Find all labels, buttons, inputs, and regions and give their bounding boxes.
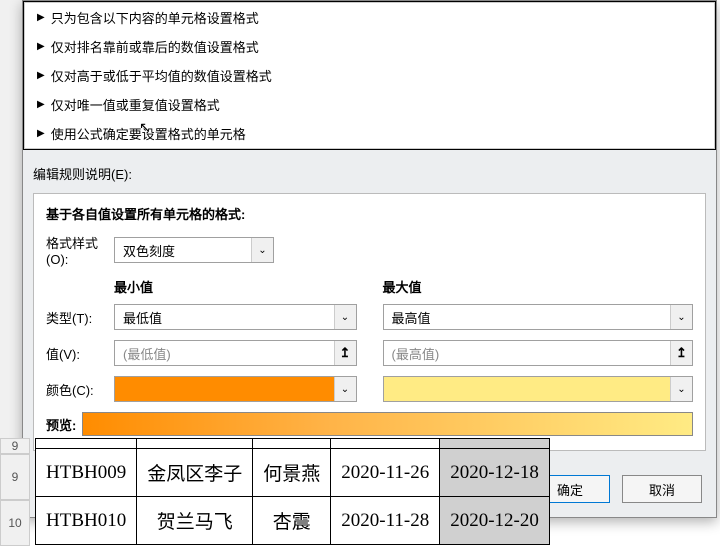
cell[interactable]: 2020-12-18 <box>440 449 550 497</box>
color-swatch-orange <box>115 377 334 401</box>
row-header[interactable]: 9 <box>0 438 30 454</box>
rule-type-item[interactable]: ▶ 仅对高于或低于平均值的数值设置格式 <box>25 61 714 90</box>
min-type-select[interactable]: 最低值 ⌄ <box>114 304 357 330</box>
max-type-value: 最高值 <box>384 308 671 327</box>
chevron-down-icon[interactable]: ⌄ <box>334 305 356 329</box>
rule-type-label: 仅对排名靠前或靠后的数值设置格式 <box>51 37 259 56</box>
cell[interactable] <box>331 439 440 449</box>
rule-type-list: ▶ 只为包含以下内容的单元格设置格式 ▶ 仅对排名靠前或靠后的数值设置格式 ▶ 仅对高… <box>23 1 716 150</box>
arrow-right-icon: ▶ <box>37 99 45 110</box>
row-header[interactable]: 9 <box>0 454 30 500</box>
chevron-down-icon[interactable]: ⌄ <box>670 305 692 329</box>
cell[interactable]: 何景燕 <box>253 449 331 497</box>
edit-rule-description-label: 编辑规则说明(E): <box>33 164 706 183</box>
chevron-down-icon[interactable]: ⌄ <box>251 238 273 262</box>
arrow-right-icon: ▶ <box>37 41 45 52</box>
cell[interactable] <box>137 439 253 449</box>
rule-type-label: 使用公式确定要设置格式的单元格 <box>51 124 246 143</box>
rule-type-item[interactable]: ▶ 仅对排名靠前或靠后的数值设置格式 <box>25 32 714 61</box>
value-label: 值(V): <box>46 344 114 363</box>
cell[interactable] <box>253 439 331 449</box>
range-picker-icon[interactable]: ↥ <box>670 341 692 365</box>
chevron-down-icon[interactable]: ⌄ <box>334 377 356 401</box>
rule-type-item[interactable]: ▶ 使用公式确定要设置格式的单元格 <box>25 119 714 148</box>
max-type-select[interactable]: 最高值 ⌄ <box>383 304 694 330</box>
rule-type-label: 仅对高于或低于平均值的数值设置格式 <box>51 66 272 85</box>
min-header: 最小值 <box>114 277 357 296</box>
row-header[interactable]: 10 <box>0 500 30 546</box>
min-value-placeholder: (最低值) <box>115 344 334 363</box>
cell[interactable]: 贺兰马飞 <box>137 497 253 545</box>
format-style-label: 格式样式(O): <box>46 233 114 267</box>
spreadsheet-table: HTBH009 金凤区李子 何景燕 2020-11-26 2020-12-18 … <box>35 438 550 545</box>
preview-label: 预览: <box>46 415 76 434</box>
arrow-right-icon: ▶ <box>37 128 45 139</box>
cell[interactable]: 金凤区李子 <box>137 449 253 497</box>
range-picker-icon[interactable]: ↥ <box>334 341 356 365</box>
cell[interactable]: 2020-11-28 <box>331 497 440 545</box>
format-settings-panel: 基于各自值设置所有单元格的格式: 格式样式(O): 双色刻度 ⌄ 最小值 类型(… <box>33 193 706 451</box>
gradient-preview <box>82 412 693 436</box>
cell[interactable]: HTBH010 <box>36 497 137 545</box>
cell[interactable] <box>36 439 137 449</box>
color-swatch-yellow <box>384 377 671 401</box>
color-label: 颜色(C): <box>46 380 114 399</box>
rule-type-item[interactable]: ▶ 只为包含以下内容的单元格设置格式 <box>25 3 714 32</box>
cell[interactable]: HTBH009 <box>36 449 137 497</box>
max-value-placeholder: (最高值) <box>384 344 671 363</box>
arrow-right-icon: ▶ <box>37 12 45 23</box>
max-color-select[interactable]: ⌄ <box>383 376 694 402</box>
cancel-button[interactable]: 取消 <box>622 475 702 503</box>
cell[interactable]: 杏震 <box>253 497 331 545</box>
format-style-select[interactable]: 双色刻度 ⌄ <box>114 237 274 263</box>
table-row: HTBH009 金凤区李子 何景燕 2020-11-26 2020-12-18 <box>36 449 550 497</box>
table-row: HTBH010 贺兰马飞 杏震 2020-11-28 2020-12-20 <box>36 497 550 545</box>
min-value-input[interactable]: (最低值) ↥ <box>114 340 357 366</box>
min-color-select[interactable]: ⌄ <box>114 376 357 402</box>
min-type-value: 最低值 <box>115 308 334 327</box>
max-value-input[interactable]: (最高值) ↥ <box>383 340 694 366</box>
panel-title: 基于各自值设置所有单元格的格式: <box>46 204 693 223</box>
cell[interactable]: 2020-12-20 <box>440 497 550 545</box>
max-header: 最大值 <box>383 277 694 296</box>
table-row <box>36 439 550 449</box>
type-label: 类型(T): <box>46 308 114 327</box>
rule-type-item[interactable]: ▶ 仅对唯一值或重复值设置格式 <box>25 90 714 119</box>
chevron-down-icon[interactable]: ⌄ <box>670 377 692 401</box>
rule-type-label: 只为包含以下内容的单元格设置格式 <box>51 8 259 27</box>
format-style-value: 双色刻度 <box>115 241 251 260</box>
cell[interactable]: 2020-11-26 <box>331 449 440 497</box>
arrow-right-icon: ▶ <box>37 70 45 81</box>
rule-type-label: 仅对唯一值或重复值设置格式 <box>51 95 220 114</box>
cell[interactable] <box>440 439 550 449</box>
